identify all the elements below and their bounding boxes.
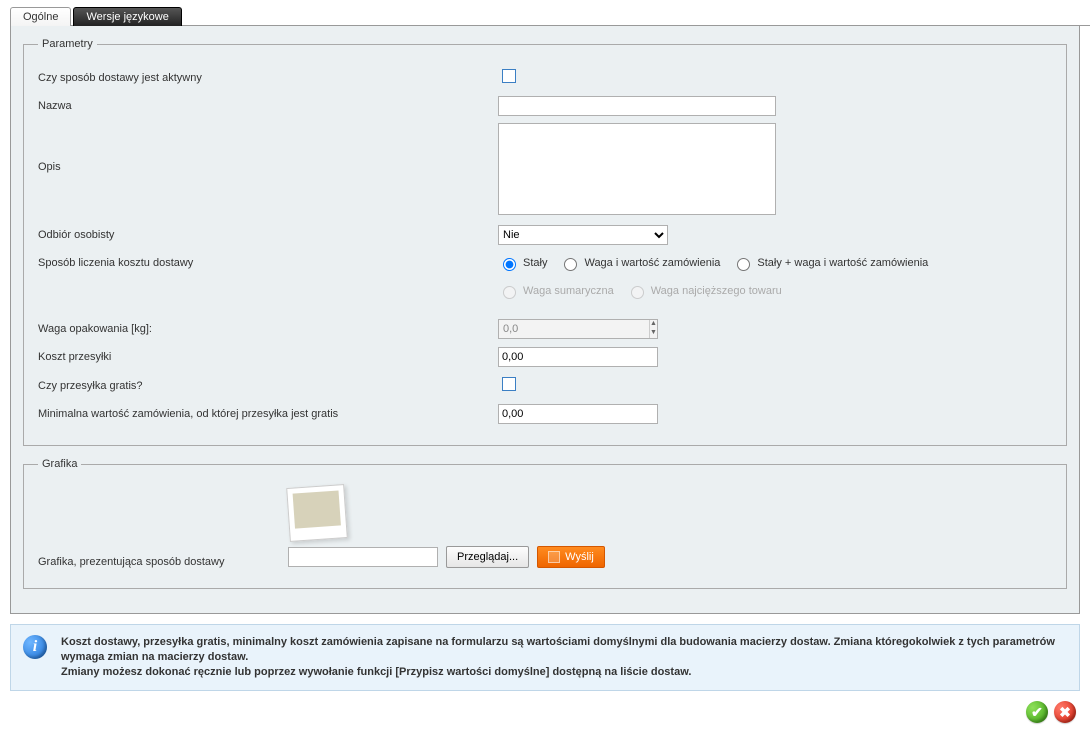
legend-graphics: Grafika <box>38 458 81 470</box>
checkbox-is-active[interactable] <box>502 69 516 83</box>
tab-general[interactable]: Ogólne <box>10 7 71 26</box>
image-thumbnail <box>286 484 348 542</box>
label-free-shipping: Czy przesyłka gratis? <box>38 380 498 392</box>
radio-fixed[interactable] <box>503 258 516 271</box>
ok-button[interactable]: ✔ <box>1026 701 1048 723</box>
label-min-order-free: Minimalna wartość zamówienia, od której … <box>38 408 498 420</box>
label-personal-pickup: Odbiór osobisty <box>38 229 498 241</box>
input-name[interactable] <box>498 96 776 116</box>
input-file-path[interactable] <box>288 547 438 567</box>
label-description: Opis <box>38 123 498 173</box>
label-cost-method: Sposób liczenia kosztu dostawy <box>38 257 498 269</box>
send-icon <box>548 551 560 563</box>
fieldset-graphics: Grafika Grafika, prezentująca sposób dos… <box>23 458 1067 589</box>
info-line2: Zmiany możesz dokonać ręcznie lub poprze… <box>61 666 691 678</box>
send-button-label: Wyślij <box>565 551 594 563</box>
select-personal-pickup[interactable]: Nie <box>498 225 668 245</box>
radio-group-cost-method: Stały Waga i wartość zamówienia Stały + … <box>498 255 1052 271</box>
radio-fixed-plus[interactable] <box>737 258 750 271</box>
main-panel: Parametry Czy sposób dostawy jest aktywn… <box>10 26 1080 614</box>
tabs: Ogólne Wersje językowe <box>10 6 1090 26</box>
info-bar: i Koszt dostawy, przesyłka gratis, minim… <box>10 624 1080 691</box>
browse-button[interactable]: Przeglądaj... <box>446 546 529 568</box>
bottom-actions: ✔ ✖ <box>0 701 1090 731</box>
send-button[interactable]: Wyślij <box>537 546 605 568</box>
info-icon: i <box>23 635 47 659</box>
label-shipping-cost: Koszt przesyłki <box>38 351 498 363</box>
label-package-weight: Waga opakowania [kg]: <box>38 323 498 335</box>
radio-fixed-plus-label: Stały + waga i wartość zamówienia <box>757 257 928 269</box>
radio-weight-sum <box>503 286 516 299</box>
radio-fixed-label: Stały <box>523 257 547 269</box>
label-graphic-presenting: Grafika, prezentująca sposób dostawy <box>38 556 288 568</box>
info-line1: Koszt dostawy, przesyłka gratis, minimal… <box>61 636 1055 663</box>
fieldset-parameters: Parametry Czy sposób dostawy jest aktywn… <box>23 38 1067 446</box>
legend-parameters: Parametry <box>38 38 97 50</box>
info-text: Koszt dostawy, przesyłka gratis, minimal… <box>61 635 1067 680</box>
radio-weight-value[interactable] <box>564 258 577 271</box>
radio-group-weight-mode: Waga sumaryczna Waga najcięższego towaru <box>498 283 1052 299</box>
radio-weight-value-label: Waga i wartość zamówienia <box>584 257 720 269</box>
input-min-order-free[interactable] <box>498 404 658 424</box>
textarea-description[interactable] <box>498 123 776 215</box>
spinner-package-weight: ▲▼ <box>498 319 658 339</box>
input-package-weight <box>499 320 649 338</box>
radio-weight-heaviest-label: Waga najcięższego towaru <box>651 285 782 297</box>
label-is-active: Czy sposób dostawy jest aktywny <box>38 72 498 84</box>
radio-weight-heaviest <box>631 286 644 299</box>
radio-weight-sum-label: Waga sumaryczna <box>523 285 614 297</box>
input-shipping-cost[interactable] <box>498 347 658 367</box>
tab-languages[interactable]: Wersje językowe <box>73 7 181 26</box>
cancel-button[interactable]: ✖ <box>1054 701 1076 723</box>
spinner-buttons: ▲▼ <box>649 320 657 338</box>
checkbox-free-shipping[interactable] <box>502 377 516 391</box>
label-name: Nazwa <box>38 100 498 112</box>
